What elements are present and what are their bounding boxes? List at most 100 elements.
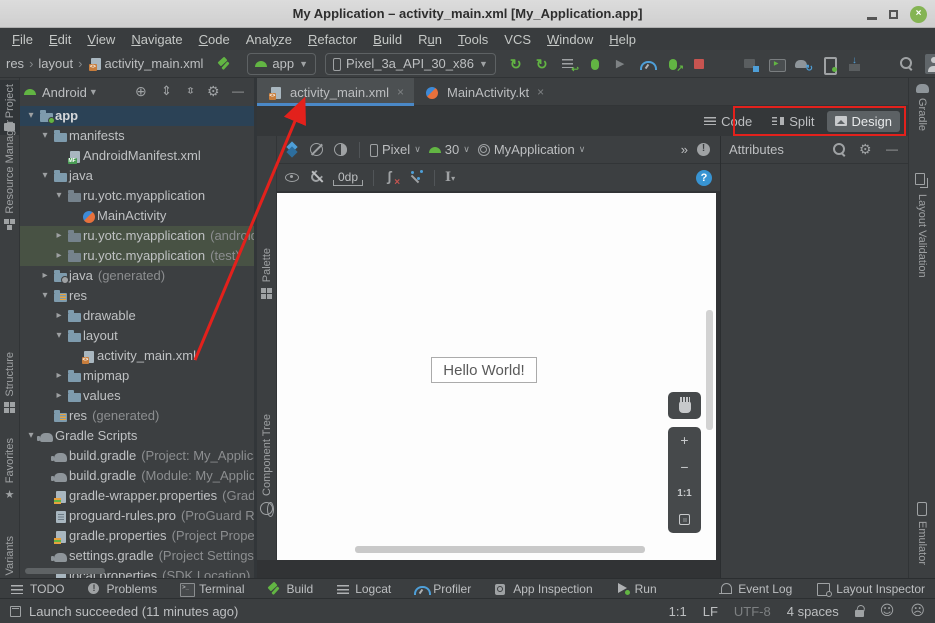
tool-window-button[interactable]: Layout Validation bbox=[909, 173, 935, 278]
tree-row[interactable]: ▾ res bbox=[20, 286, 254, 306]
avd-manager-icon[interactable] bbox=[769, 56, 785, 72]
status-widget[interactable]: UTF-8 bbox=[734, 604, 771, 619]
menu-item[interactable]: Analyze bbox=[238, 32, 300, 47]
clear-constraints-icon[interactable] bbox=[384, 170, 400, 186]
tree-chevron-icon[interactable]: ▾ bbox=[24, 426, 38, 446]
tree-row[interactable]: ▸ java (generated) bbox=[20, 266, 254, 286]
separator[interactable] bbox=[717, 56, 733, 72]
tree-row[interactable]: ▾ app bbox=[20, 106, 254, 126]
sad-face-icon[interactable]: ☹ bbox=[910, 604, 925, 618]
zoom-ratio-button[interactable]: 1:1 bbox=[668, 480, 701, 507]
happy-face-icon[interactable]: ☺ bbox=[880, 604, 895, 618]
view-options-icon[interactable] bbox=[285, 173, 299, 182]
tree-row[interactable]: ▸ values bbox=[20, 386, 254, 406]
tree-row[interactable]: res (generated) bbox=[20, 406, 254, 426]
breadcrumb-segment[interactable]: res bbox=[6, 56, 38, 71]
tree-row[interactable]: ▸ ru.yotc.myapplication (androidTest) bbox=[20, 226, 254, 246]
tree-row[interactable]: ▸ mipmap bbox=[20, 366, 254, 386]
collapse-all-icon[interactable] bbox=[182, 84, 198, 100]
status-widget[interactable]: 1:1 bbox=[669, 604, 687, 619]
menu-item[interactable]: Navigate bbox=[123, 32, 190, 47]
run-tab[interactable]: Run bbox=[615, 581, 657, 597]
tool-window-button[interactable]: Resource Manager bbox=[0, 120, 19, 230]
menu-item[interactable]: Help bbox=[601, 32, 644, 47]
logcat-tab[interactable]: Logcat bbox=[335, 581, 391, 597]
design-surface-icon[interactable] bbox=[285, 142, 301, 158]
canvas-vertical-scrollbar[interactable] bbox=[706, 310, 713, 430]
search-icon[interactable] bbox=[832, 142, 848, 158]
autoconnect-off-icon[interactable] bbox=[309, 169, 323, 183]
lock-icon[interactable] bbox=[855, 610, 864, 617]
sdk-manager-icon[interactable] bbox=[847, 56, 863, 72]
tree-row[interactable]: MainActivity bbox=[20, 206, 254, 226]
rerun-icon[interactable] bbox=[509, 56, 525, 72]
tree-chevron-icon[interactable]: ▾ bbox=[52, 186, 66, 206]
pan-button[interactable] bbox=[668, 392, 701, 419]
problems-tab[interactable]: Problems bbox=[86, 581, 157, 597]
tree-chevron-icon[interactable]: ▸ bbox=[52, 246, 66, 266]
attach-debugger-icon[interactable] bbox=[613, 56, 629, 72]
terminal-tab[interactable]: Terminal bbox=[179, 581, 244, 597]
tree-chevron-icon[interactable]: ▾ bbox=[24, 106, 38, 126]
design-canvas[interactable]: Hello World! + − 1:1 bbox=[277, 193, 716, 560]
event-log-tab[interactable]: Event Log bbox=[718, 581, 792, 597]
app-inspection-tab[interactable]: App Inspection bbox=[493, 581, 592, 597]
menu-item[interactable]: Edit bbox=[41, 32, 79, 47]
debug-icon[interactable] bbox=[587, 56, 603, 72]
menu-item[interactable]: Code bbox=[191, 32, 238, 47]
night-mode-icon[interactable] bbox=[333, 142, 349, 158]
tree-row[interactable]: ▾ manifests bbox=[20, 126, 254, 146]
menu-item[interactable]: Refactor bbox=[300, 32, 365, 47]
locate-icon[interactable] bbox=[134, 84, 150, 100]
todo-tab[interactable]: TODO bbox=[10, 581, 64, 597]
layout-inspector-tab[interactable]: Layout Inspector bbox=[816, 581, 925, 597]
tree-row[interactable]: gradle-wrapper.properties (Gradle Versio… bbox=[20, 486, 254, 506]
device-in-editor-select[interactable]: Pixel ∨ bbox=[370, 142, 421, 157]
status-message[interactable]: Launch succeeded (11 minutes ago) bbox=[29, 604, 238, 619]
search-everywhere-icon[interactable] bbox=[899, 56, 915, 72]
zoom-in-button[interactable]: + bbox=[668, 427, 701, 454]
menu-item[interactable]: View bbox=[79, 32, 123, 47]
help-icon[interactable] bbox=[696, 170, 712, 186]
menu-item[interactable]: Window bbox=[539, 32, 601, 47]
title-bar[interactable]: My Application – activity_main.xml [My_A… bbox=[0, 0, 935, 28]
device-select[interactable]: Pixel_3a_API_30_x86 ▼ bbox=[325, 53, 496, 75]
gradle-sync-icon[interactable] bbox=[795, 56, 811, 72]
no-design-icon[interactable] bbox=[309, 142, 325, 158]
infer-constraints-icon[interactable] bbox=[408, 170, 424, 186]
close-tab-icon[interactable]: × bbox=[537, 85, 544, 99]
tree-chevron-icon[interactable]: ▾ bbox=[52, 326, 66, 346]
menu-item[interactable]: VCS bbox=[496, 32, 539, 47]
tool-window-button[interactable]: Favorites bbox=[0, 438, 19, 501]
tree-chevron-icon[interactable]: ▾ bbox=[38, 286, 52, 306]
tree-chevron-icon[interactable]: ▸ bbox=[52, 366, 66, 386]
profiler-icon[interactable] bbox=[639, 56, 655, 72]
menu-item[interactable]: Build bbox=[365, 32, 410, 47]
tree-chevron-icon[interactable]: ▾ bbox=[38, 166, 52, 186]
profile-avatar[interactable] bbox=[925, 54, 935, 74]
menu-item[interactable]: Tools bbox=[450, 32, 496, 47]
tree-row[interactable]: ▾ ru.yotc.myapplication bbox=[20, 186, 254, 206]
tree-chevron-icon[interactable]: ▾ bbox=[38, 126, 52, 146]
menu-item[interactable]: File bbox=[4, 32, 41, 47]
device-manager-icon[interactable] bbox=[743, 56, 759, 72]
default-margin-select[interactable]: 0dp bbox=[333, 170, 363, 186]
tree-chevron-icon[interactable]: ▸ bbox=[52, 386, 66, 406]
profiler-tab[interactable]: Profiler bbox=[413, 581, 471, 597]
maximize-button[interactable] bbox=[889, 10, 898, 19]
apply-changes-icon[interactable] bbox=[561, 56, 577, 72]
tree-chevron-icon[interactable]: ▸ bbox=[52, 306, 66, 326]
tree-row[interactable]: ▾ layout bbox=[20, 326, 254, 346]
tree-row[interactable]: settings.gradle (Project Settings) bbox=[20, 546, 254, 566]
tree-row[interactable]: build.gradle (Project: My_Application) bbox=[20, 446, 254, 466]
tree-chevron-icon[interactable]: ▸ bbox=[52, 226, 66, 246]
build-tab[interactable]: Build bbox=[267, 581, 314, 597]
run-config-select[interactable]: app ▼ bbox=[247, 53, 316, 75]
tool-window-button[interactable]: Emulator bbox=[909, 502, 935, 565]
tree-row[interactable]: ▾ java bbox=[20, 166, 254, 186]
minimize-button[interactable] bbox=[867, 17, 877, 20]
run-restart-icon[interactable] bbox=[535, 56, 551, 72]
tool-window-button[interactable]: Gradle bbox=[909, 84, 935, 131]
tree-row[interactable]: AndroidManifest.xml bbox=[20, 146, 254, 166]
tree-horizontal-scrollbar[interactable] bbox=[25, 568, 105, 574]
